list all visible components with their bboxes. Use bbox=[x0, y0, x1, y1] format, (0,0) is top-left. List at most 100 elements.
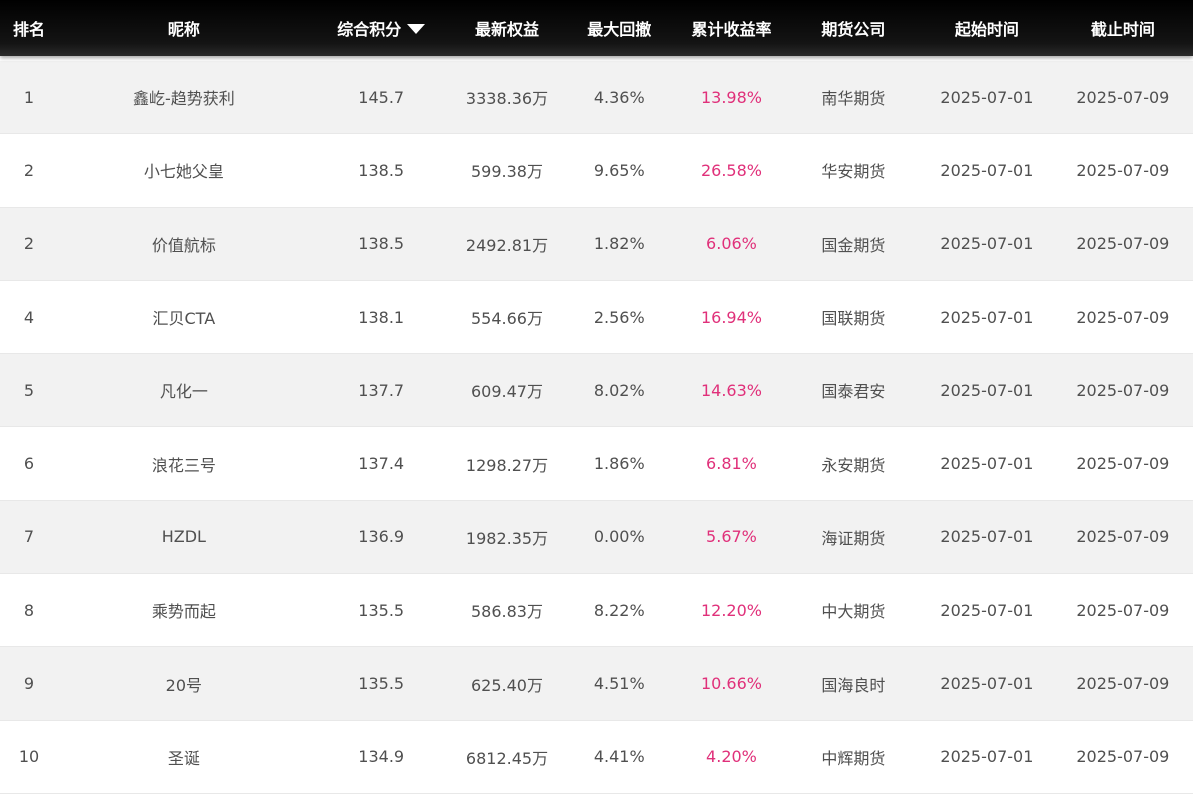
cell-nickname[interactable]: 凡化一 bbox=[58, 354, 310, 426]
table-row[interactable]: 2 小七她父皇 138.5 599.38万 9.65% 26.58% 华安期货 2025-07… bbox=[0, 134, 1193, 208]
cell-start: 2025-07-01 bbox=[940, 380, 1034, 400]
cell-score: 138.1 bbox=[358, 307, 405, 327]
cell-start: 2025-07-01 bbox=[940, 234, 1034, 254]
cell-return: 16.94% bbox=[700, 307, 762, 327]
table-row[interactable]: 4 汇贝CTA 138.1 554.66万 2.56% 16.94% 国联期货 2025-07… bbox=[0, 280, 1193, 355]
header-nickname[interactable]: 昵称 bbox=[58, 0, 310, 56]
cell-company: 永安期货 bbox=[821, 455, 886, 475]
cell-drawdown: 0.00% bbox=[593, 527, 645, 547]
cell-drawdown: 2.56% bbox=[593, 307, 645, 327]
cell-score: 138.5 bbox=[358, 234, 405, 254]
table-row[interactable]: 10 圣诞 134.9 6812.45万 4.41% 4.20% 中辉期货 2025-07-0… bbox=[0, 720, 1193, 794]
cell-company: 国联期货 bbox=[821, 309, 886, 329]
cell-end: 2025-07-09 bbox=[1076, 307, 1170, 327]
cell-equity: 599.38万 bbox=[470, 162, 543, 182]
cell-start: 2025-07-01 bbox=[940, 527, 1034, 547]
cell-drawdown: 9.65% bbox=[593, 160, 645, 180]
cell-score: 134.9 bbox=[358, 747, 405, 767]
table-row[interactable]: 2 价值航标 138.5 2492.81万 1.82% 6.06% 国金期货 2025-07-… bbox=[0, 207, 1193, 281]
cell-equity: 6812.45万 bbox=[465, 748, 549, 768]
cell-company: 中辉期货 bbox=[821, 748, 886, 768]
cell-rank: 1 bbox=[23, 87, 35, 107]
cell-score: 137.7 bbox=[358, 380, 405, 400]
cell-return: 26.58% bbox=[700, 160, 762, 180]
cell-nickname[interactable]: 鑫屹-趋势获利 bbox=[58, 61, 310, 133]
cell-rank: 10 bbox=[18, 747, 40, 767]
cell-end: 2025-07-09 bbox=[1076, 527, 1170, 547]
cell-rank: 7 bbox=[23, 527, 35, 547]
cell-drawdown: 8.02% bbox=[593, 380, 645, 400]
cell-nickname[interactable]: 汇贝CTA bbox=[58, 281, 310, 353]
cell-end: 2025-07-09 bbox=[1076, 87, 1170, 107]
cell-equity: 625.40万 bbox=[470, 675, 543, 695]
cell-return: 10.66% bbox=[700, 674, 762, 694]
cell-nickname[interactable]: 乘势而起 bbox=[58, 574, 310, 646]
cell-equity: 1982.35万 bbox=[465, 528, 549, 548]
cell-nickname[interactable]: 价值航标 bbox=[58, 208, 310, 280]
cell-equity: 1298.27万 bbox=[465, 455, 549, 475]
cell-company: 国金期货 bbox=[821, 235, 886, 255]
header-drawdown[interactable]: 最大回撤 bbox=[561, 0, 677, 56]
header-start[interactable]: 起始时间 bbox=[921, 0, 1053, 56]
header-equity[interactable]: 最新权益 bbox=[453, 0, 561, 56]
cell-return: 5.67% bbox=[706, 527, 757, 547]
cell-end: 2025-07-09 bbox=[1076, 600, 1170, 620]
cell-rank: 5 bbox=[23, 380, 35, 400]
cell-equity: 3338.36万 bbox=[465, 89, 549, 109]
table-header: 排名 昵称 综合积分 最新权益 最大回撤 累计收益率 期货公司 起始时间 截止时… bbox=[0, 0, 1193, 56]
cell-nickname[interactable]: 小七她父皇 bbox=[58, 134, 310, 206]
cell-start: 2025-07-01 bbox=[940, 160, 1034, 180]
cell-return: 4.20% bbox=[706, 747, 757, 767]
header-rank[interactable]: 排名 bbox=[0, 0, 58, 56]
cell-return: 6.81% bbox=[706, 454, 757, 474]
header-score-sort[interactable]: 综合积分 bbox=[310, 0, 453, 56]
cell-score: 137.4 bbox=[358, 454, 405, 474]
table-body: 1 鑫屹-趋势获利 145.7 3338.36万 4.36% 13.98% 南华期货 2025… bbox=[0, 61, 1193, 794]
cell-nickname[interactable]: 浪花三号 bbox=[58, 427, 310, 499]
cell-nickname[interactable]: 圣诞 bbox=[58, 721, 310, 793]
ranking-table: 排名 昵称 综合积分 最新权益 最大回撤 累计收益率 期货公司 起始时间 截止时… bbox=[0, 0, 1193, 794]
table-row[interactable]: 7 HZDL 136.9 1982.35万 0.00% 5.67% 海证期货 2025-07-… bbox=[0, 500, 1193, 575]
table-row[interactable]: 5 凡化一 137.7 609.47万 8.02% 14.63% 国泰君安 2025-07-0… bbox=[0, 354, 1193, 428]
cell-nickname[interactable]: 20号 bbox=[58, 647, 310, 719]
cell-start: 2025-07-01 bbox=[940, 307, 1034, 327]
cell-equity: 2492.81万 bbox=[465, 235, 549, 255]
cell-score: 136.9 bbox=[358, 527, 405, 547]
cell-start: 2025-07-01 bbox=[940, 674, 1034, 694]
header-end[interactable]: 截止时间 bbox=[1053, 0, 1193, 56]
cell-end: 2025-07-09 bbox=[1076, 380, 1170, 400]
cell-start: 2025-07-01 bbox=[940, 87, 1034, 107]
cell-score: 138.5 bbox=[358, 160, 405, 180]
cell-company: 华安期货 bbox=[821, 162, 886, 182]
cell-company: 国泰君安 bbox=[821, 382, 886, 402]
cell-company: 南华期货 bbox=[821, 89, 886, 109]
cell-company: 国海良时 bbox=[821, 675, 886, 695]
cell-end: 2025-07-09 bbox=[1076, 747, 1170, 767]
cell-drawdown: 1.86% bbox=[593, 454, 645, 474]
cell-return: 6.06% bbox=[706, 234, 757, 254]
header-return[interactable]: 累计收益率 bbox=[677, 0, 785, 56]
table-row[interactable]: 6 浪花三号 137.4 1298.27万 1.86% 6.81% 永安期货 2025-07-… bbox=[0, 427, 1193, 501]
cell-return: 13.98% bbox=[700, 87, 762, 107]
cell-equity: 609.47万 bbox=[470, 382, 543, 402]
table-row[interactable]: 8 乘势而起 135.5 586.83万 8.22% 12.20% 中大期货 2025-07-… bbox=[0, 574, 1193, 648]
cell-rank: 2 bbox=[23, 234, 35, 254]
cell-drawdown: 4.51% bbox=[593, 674, 645, 694]
table-row[interactable]: 1 鑫屹-趋势获利 145.7 3338.36万 4.36% 13.98% 南华期货 2025… bbox=[0, 61, 1193, 135]
cell-drawdown: 4.41% bbox=[593, 747, 645, 767]
cell-drawdown: 1.82% bbox=[593, 234, 645, 254]
cell-rank: 9 bbox=[23, 674, 35, 694]
cell-nickname[interactable]: HZDL bbox=[58, 501, 310, 573]
header-company[interactable]: 期货公司 bbox=[786, 0, 921, 56]
cell-end: 2025-07-09 bbox=[1076, 674, 1170, 694]
cell-end: 2025-07-09 bbox=[1076, 454, 1170, 474]
cell-start: 2025-07-01 bbox=[940, 454, 1034, 474]
cell-end: 2025-07-09 bbox=[1076, 160, 1170, 180]
table-row[interactable]: 9 20号 135.5 625.40万 4.51% 10.66% 国海良时 2025-07-0… bbox=[0, 647, 1193, 721]
cell-return: 14.63% bbox=[700, 380, 762, 400]
cell-drawdown: 8.22% bbox=[593, 600, 645, 620]
cell-return: 12.20% bbox=[700, 600, 762, 620]
cell-start: 2025-07-01 bbox=[940, 747, 1034, 767]
cell-score: 145.7 bbox=[358, 87, 405, 107]
cell-rank: 4 bbox=[23, 307, 35, 327]
